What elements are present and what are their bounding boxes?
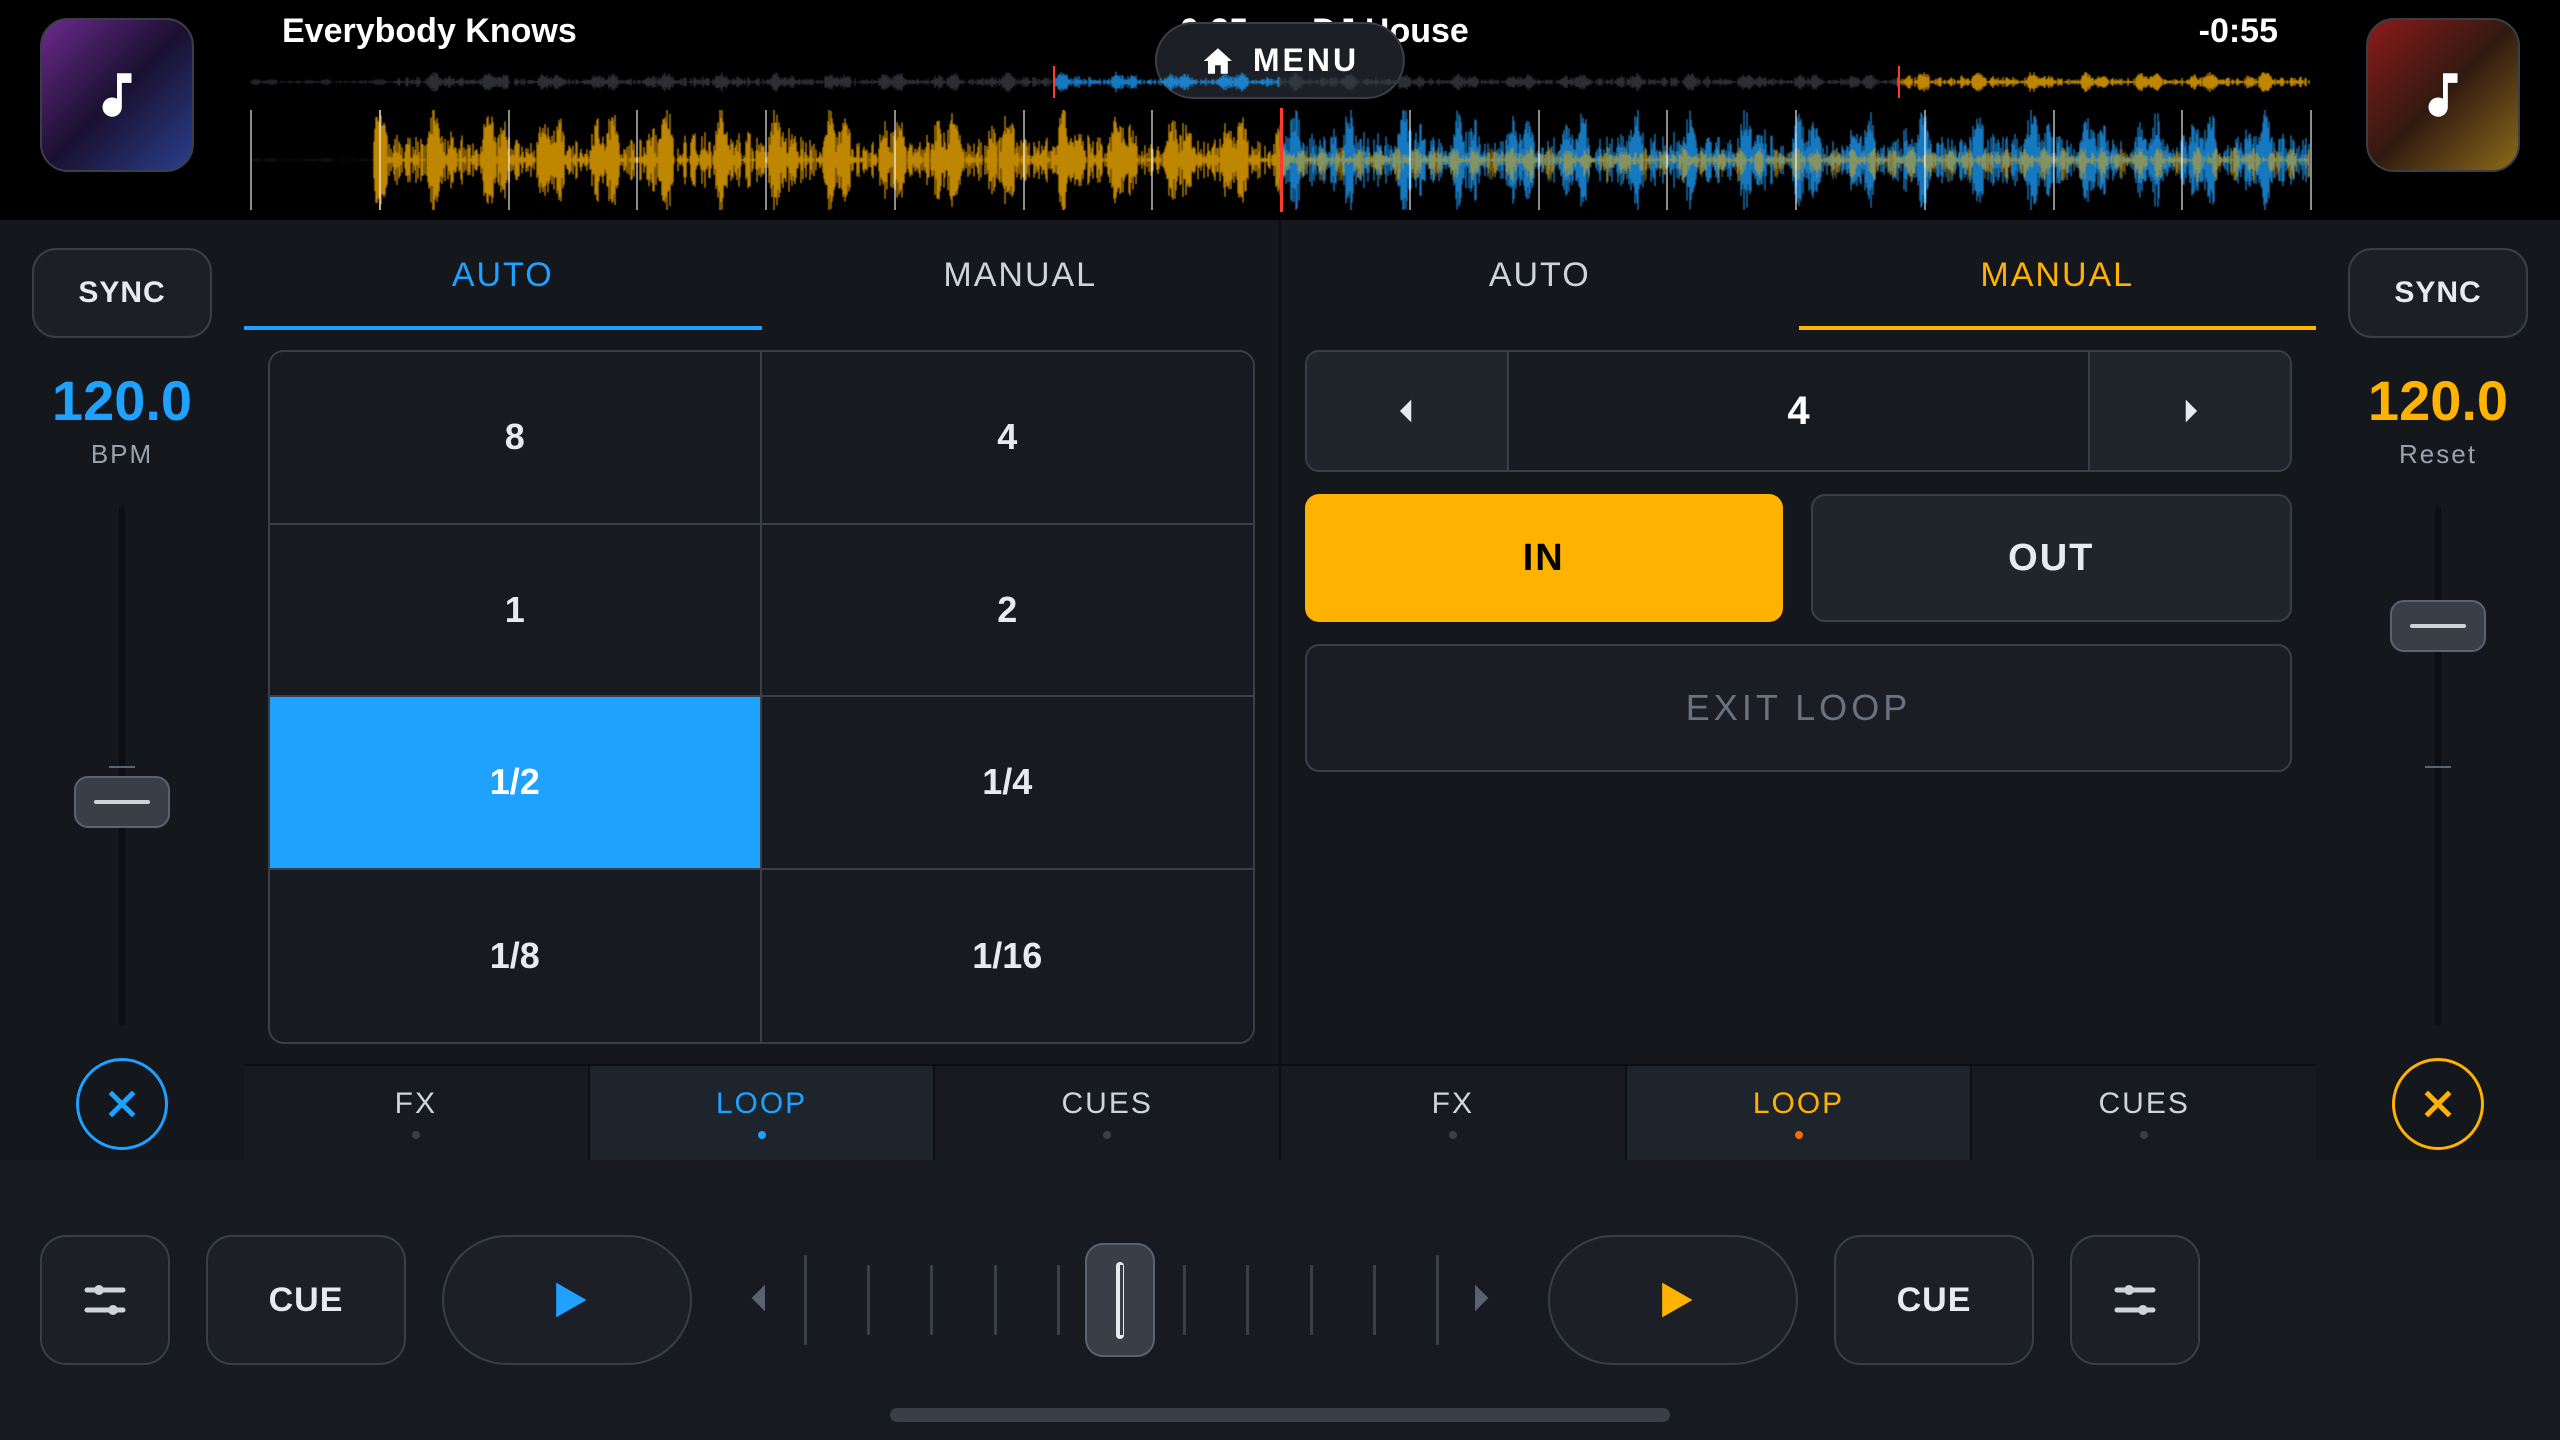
deck-b-settings-button[interactable] [2070,1235,2200,1365]
deck-b-cue-button[interactable]: CUE [1834,1235,2034,1365]
subtab-fx[interactable]: FX [1281,1066,1627,1160]
music-note-icon [2414,66,2472,124]
subtab-cues[interactable]: CUES [1972,1066,2316,1160]
subtab-loop[interactable]: LOOP [590,1066,936,1160]
deck-b-panel: AUTO MANUAL 4 IN OUT EXIT LOOP FXLOOPCUE… [1279,220,2316,1160]
deck-a-loop-cell-1-16[interactable]: 1/16 [762,870,1254,1043]
deck-b-play-button[interactable] [1548,1235,1798,1365]
close-icon [102,1084,142,1124]
deck-a-bpm-sublabel: BPM [91,439,153,470]
deck-a-album-art[interactable] [40,18,194,172]
deck-b-side-rail: SYNC 120.0 Reset [2316,220,2560,1160]
waveform-area[interactable] [250,60,2310,220]
deck-b-loop-decrease-button[interactable] [1307,352,1507,470]
main-playhead [1280,108,1283,212]
deck-a-loop-cell-1-2[interactable]: 1/2 [270,697,762,870]
deck-a-bpm-value[interactable]: 120.0 [52,368,192,433]
deck-a-tempo-thumb[interactable] [74,776,170,828]
deck-b-bpm-sublabel[interactable]: Reset [2399,439,2477,470]
deck-a-loop-cell-4[interactable]: 4 [762,352,1254,525]
deck-b-time-remaining: -0:55 [2199,12,2278,60]
deck-a-tempo-slider[interactable] [119,506,125,1026]
deck-a-mini-playhead [1053,66,1055,98]
chevron-left-icon [1390,394,1424,428]
subtab-cues[interactable]: CUES [935,1066,1279,1160]
transport-bar: CUE CUE [0,1160,2560,1440]
deck-a-loop-cell-2[interactable]: 2 [762,525,1254,698]
deck-a-cue-button[interactable]: CUE [206,1235,406,1365]
deck-b-sync-button[interactable]: SYNC [2348,248,2528,338]
deck-a-loop-cell-1-4[interactable]: 1/4 [762,697,1254,870]
deck-b-mode-tabs: AUTO MANUAL [1281,220,2316,330]
crossfader[interactable] [740,1235,1500,1365]
deck-a-close-button[interactable] [76,1058,168,1150]
deck-b-bpm-value[interactable]: 120.0 [2368,368,2508,433]
deck-b-loop-out-button[interactable]: OUT [1811,494,2293,622]
music-note-icon [88,66,146,124]
deck-b-tab-auto[interactable]: AUTO [1281,220,1799,330]
deck-b-tempo-thumb[interactable] [2390,600,2486,652]
deck-b-loop-length-value: 4 [1507,352,2090,470]
deck-b-subtabs: FXLOOPCUES [1281,1064,2316,1160]
deck-a-tab-manual[interactable]: MANUAL [762,220,1280,330]
subtab-loop[interactable]: LOOP [1627,1066,1973,1160]
deck-b-album-art[interactable] [2366,18,2520,172]
top-track-bar: Everybody Knows -0:25 DJ House -0:55 MEN… [0,0,2560,220]
main-panels: AUTO MANUAL 84121/21/41/81/16 FXLOOPCUES… [244,220,2316,1160]
deck-a-track-title: Everybody Knows [282,12,577,60]
chevron-left-icon [740,1278,780,1323]
sliders-icon [81,1276,129,1324]
deck-a-tab-auto[interactable]: AUTO [244,220,762,330]
home-indicator[interactable] [890,1408,1670,1422]
crossfader-track[interactable] [804,1235,1436,1365]
deck-b-close-button[interactable] [2392,1058,2484,1150]
deck-b-loop-increase-button[interactable] [2090,352,2290,470]
deck-a-loop-cell-8[interactable]: 8 [270,352,762,525]
deck-a-panel: AUTO MANUAL 84121/21/41/81/16 FXLOOPCUES [244,220,1279,1160]
deck-a-sync-button[interactable]: SYNC [32,248,212,338]
close-icon [2418,1084,2458,1124]
deck-b-loop-length-stepper: 4 [1305,350,2292,472]
chevron-right-icon [2173,394,2207,428]
sliders-icon [2111,1276,2159,1324]
deck-a-loop-cell-1[interactable]: 1 [270,525,762,698]
deck-a-side-rail: SYNC 120.0 BPM [0,220,244,1160]
deck-b-tab-manual[interactable]: MANUAL [1799,220,2317,330]
play-icon [541,1274,593,1326]
deck-b-tempo-slider[interactable] [2435,506,2441,1026]
subtab-fx[interactable]: FX [244,1066,590,1160]
deck-a-loop-cell-1-8[interactable]: 1/8 [270,870,762,1043]
deck-a-loop-grid: 84121/21/41/81/16 [268,350,1255,1044]
deck-b-loop-in-button[interactable]: IN [1305,494,1783,622]
play-icon [1647,1274,1699,1326]
chevron-right-icon [1460,1278,1500,1323]
deck-a-subtabs: FXLOOPCUES [244,1064,1279,1160]
deck-b-mini-playhead [1898,66,1900,98]
deck-b-exit-loop-button[interactable]: EXIT LOOP [1305,644,2292,772]
deck-a-mode-tabs: AUTO MANUAL [244,220,1279,330]
deck-a-play-button[interactable] [442,1235,692,1365]
deck-a-settings-button[interactable] [40,1235,170,1365]
